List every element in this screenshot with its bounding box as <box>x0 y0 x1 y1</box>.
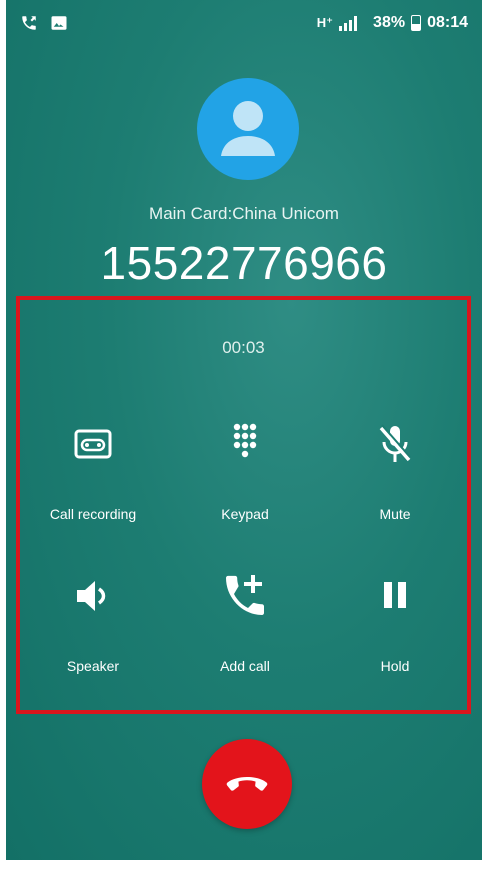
status-notifications <box>20 14 68 37</box>
keypad-icon <box>233 423 257 458</box>
contact-avatar <box>197 78 299 180</box>
status-bar: H⁺ 38% 08:14 <box>6 0 482 50</box>
hold-icon <box>384 582 406 608</box>
mute-label: Mute <box>379 506 411 522</box>
person-icon <box>221 101 275 156</box>
speaker-label: Speaker <box>66 658 120 674</box>
image-notification-icon <box>50 14 68 37</box>
call-recording-icon <box>74 429 112 459</box>
phone-number: 15522776966 <box>100 237 388 289</box>
battery-icon <box>411 15 422 31</box>
network-type: H⁺ <box>316 15 334 30</box>
add-call-icon <box>226 575 264 615</box>
battery-percent: 38% <box>373 14 406 31</box>
end-call-button[interactable] <box>202 739 292 829</box>
signal-strength-icon <box>339 15 358 31</box>
speaker-button[interactable]: Speaker <box>23 572 163 674</box>
sim-carrier-label: Main Card:China Unicom <box>149 204 339 223</box>
call-controls-panel: 00:03 Call recording Keypad Mute Speaker… <box>16 296 471 714</box>
call-recording-button[interactable]: Call recording <box>23 420 163 522</box>
add-call-label: Add call <box>220 658 270 674</box>
keypad-button[interactable]: Keypad <box>175 420 315 522</box>
keypad-label: Keypad <box>221 506 269 522</box>
phone-call-notification-icon <box>20 14 38 37</box>
mute-button[interactable]: Mute <box>325 420 465 522</box>
hold-label: Hold <box>380 658 410 674</box>
in-call-screen: H⁺ 38% 08:14 Main Card:China Unicom 1552… <box>6 0 482 860</box>
mute-icon <box>379 424 411 462</box>
clock: 08:14 <box>427 14 468 31</box>
hang-up-icon <box>226 777 268 791</box>
add-call-button[interactable]: Add call <box>175 572 315 674</box>
status-indicators: H⁺ 38% 08:14 <box>317 14 468 32</box>
call-recording-label: Call recording <box>49 506 137 522</box>
call-timer: 00:03 <box>222 338 265 357</box>
speaker-icon <box>77 581 106 611</box>
hold-button[interactable]: Hold <box>325 572 465 674</box>
